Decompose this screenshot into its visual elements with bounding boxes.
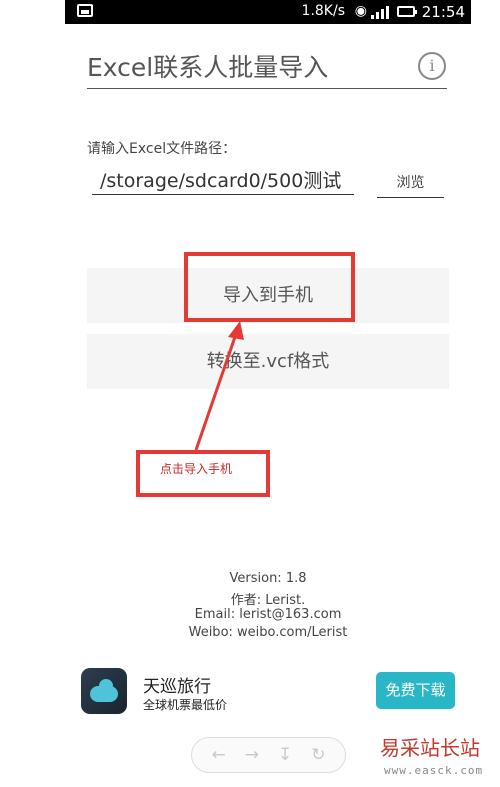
browser-nav-pill: ← → ↧ ↻ — [191, 737, 346, 773]
app-logo-icon — [81, 668, 127, 714]
status-bar: 1.8K/s ◉ 21:54 — [65, 0, 471, 24]
clock: 21:54 — [421, 3, 465, 21]
title-divider — [87, 88, 447, 89]
info-icon[interactable]: i — [418, 52, 446, 80]
ad-title: 天巡旅行 — [143, 677, 211, 697]
watermark-url: www.easck.com — [384, 764, 484, 777]
version-text: Version: 1.8 — [229, 571, 307, 586]
weibo-text: Weibo: weibo.com/Lerist — [188, 625, 348, 640]
highlight-box-import — [184, 252, 355, 322]
signal-icon — [371, 5, 393, 19]
free-download-button[interactable]: 免费下载 — [376, 672, 455, 709]
back-icon[interactable]: ← — [212, 745, 226, 765]
battery-icon — [397, 6, 417, 17]
browse-button[interactable]: 浏览 — [377, 172, 444, 198]
annotation-text: 点击导入手机 — [160, 462, 233, 476]
watermark-name: 易采站长站 — [380, 736, 480, 760]
ad-subtitle: 全球机票最低价 — [143, 698, 228, 712]
author-text: 作者: Lerist. — [230, 593, 306, 608]
convert-vcf-button[interactable]: 转换至.vcf格式 — [87, 334, 449, 389]
refresh-icon[interactable]: ↻ — [311, 745, 325, 765]
download-icon[interactable]: ↧ — [278, 745, 292, 765]
forward-icon[interactable]: → — [245, 745, 259, 765]
file-path-input[interactable] — [92, 165, 354, 195]
image-icon — [77, 4, 93, 17]
ad-banner[interactable]: 天巡旅行 全球机票最低价 免费下载 — [65, 660, 471, 718]
path-label: 请输入Excel文件路径： — [87, 141, 237, 157]
wifi-icon: ◉ — [354, 3, 367, 19]
network-speed: 1.8K/s — [301, 3, 345, 19]
phone-screen: 1.8K/s ◉ 21:54 Excel联系人批量导入 i 请输入Excel文件… — [65, 0, 471, 718]
email-text: Email: lerist@163.com — [194, 607, 342, 622]
page-title: Excel联系人批量导入 — [87, 53, 329, 82]
